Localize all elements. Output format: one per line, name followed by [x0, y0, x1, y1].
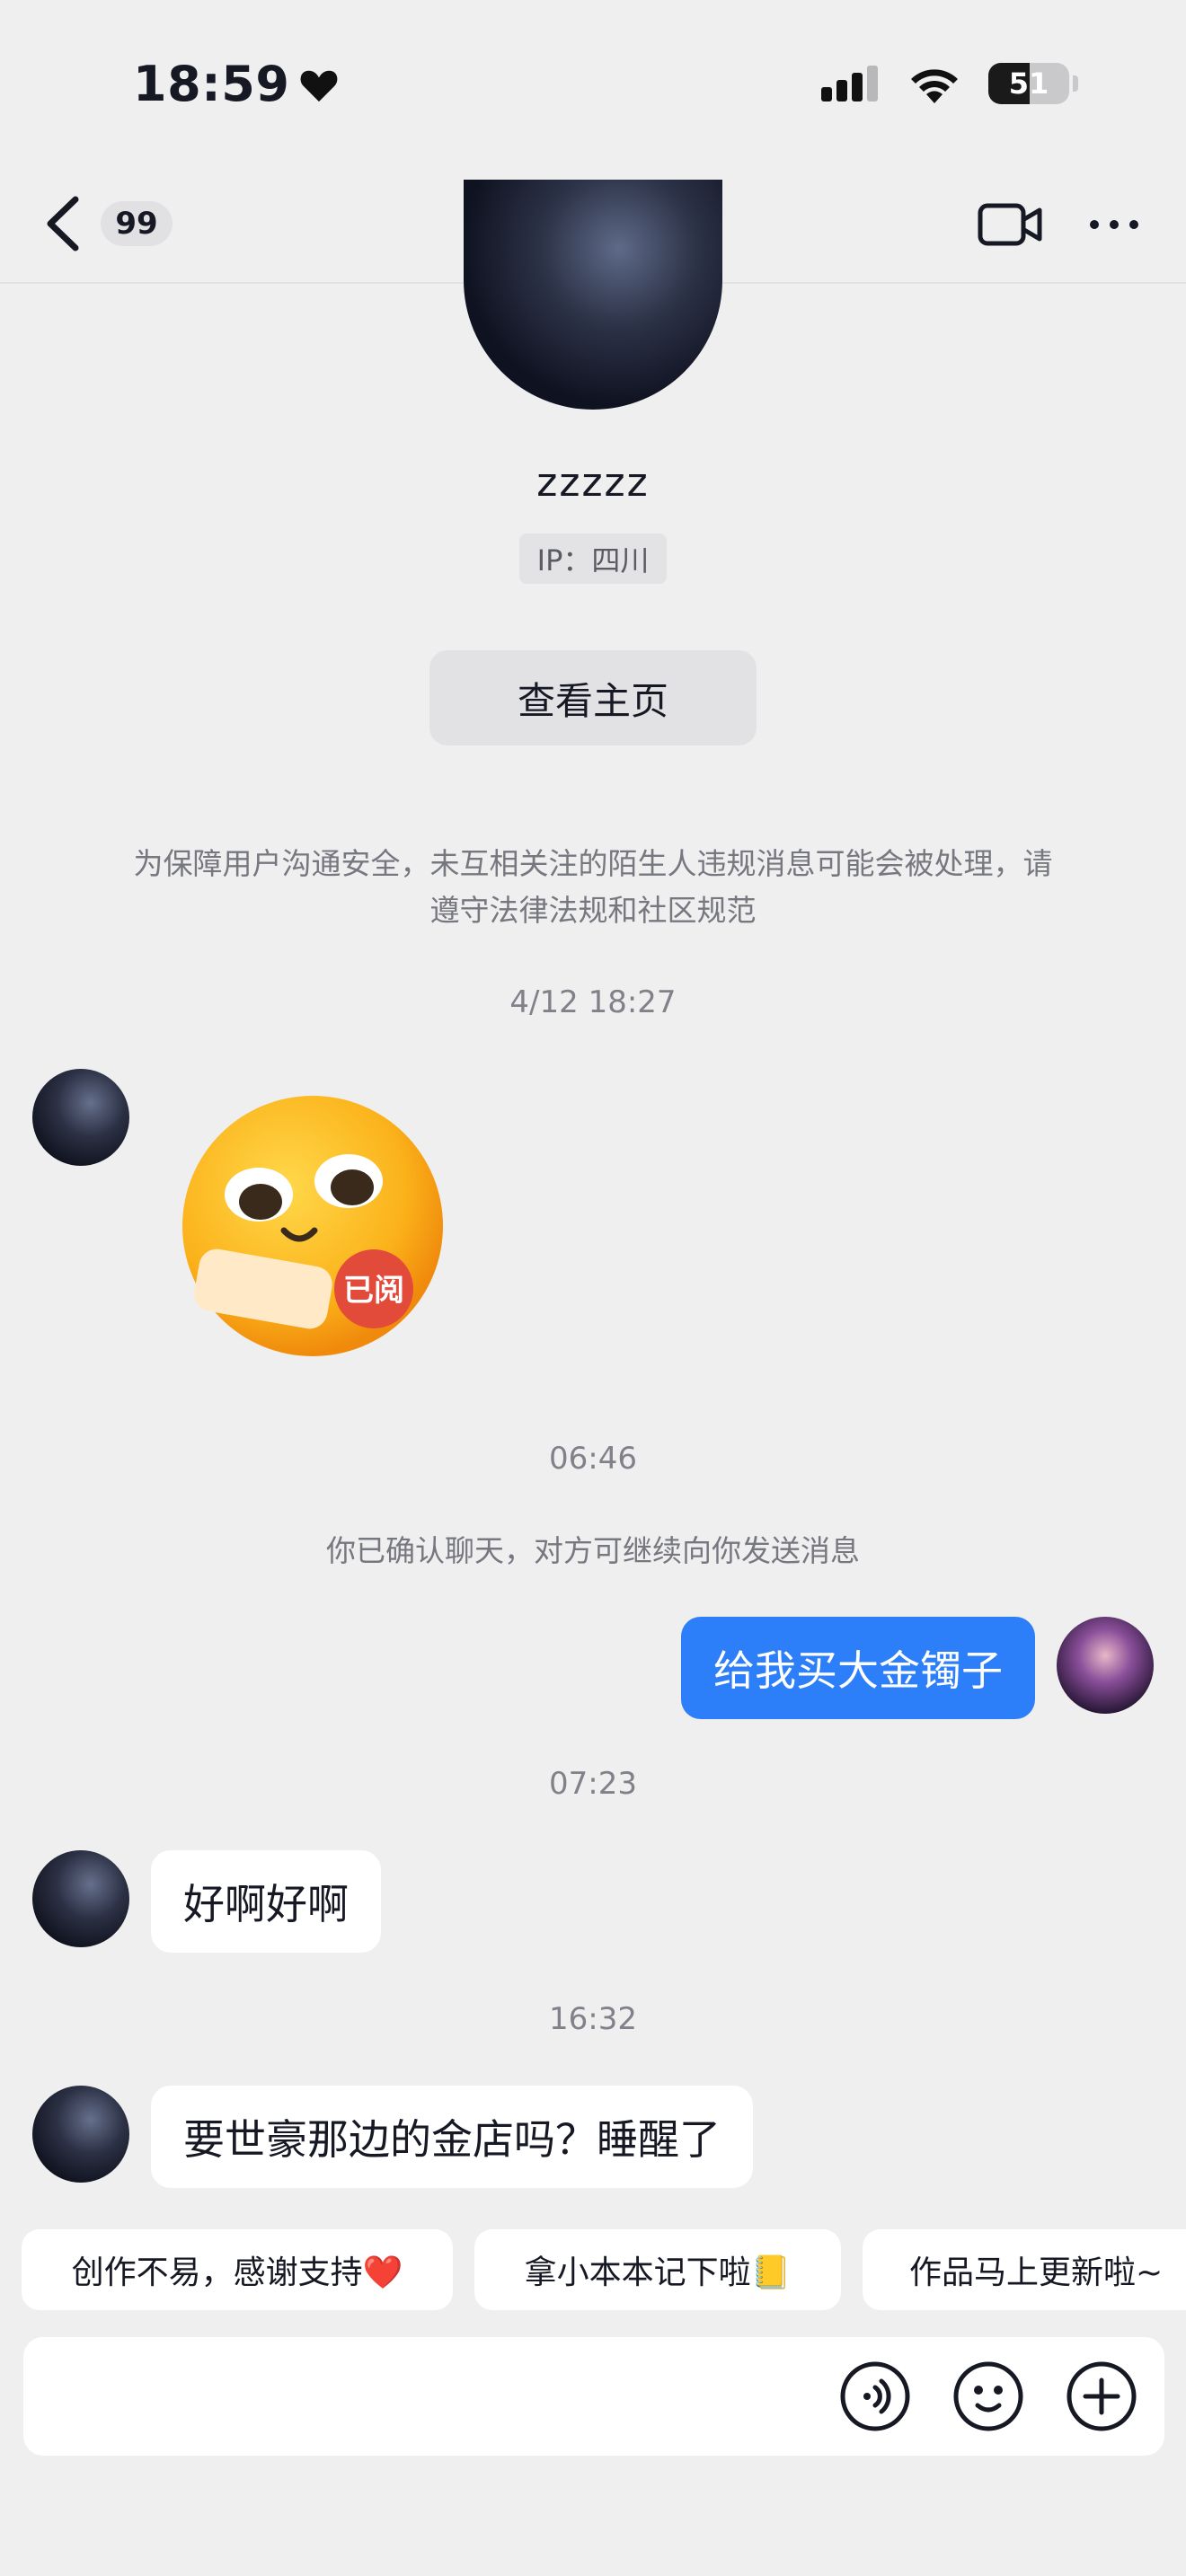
contact-message-bubble[interactable]: 好啊好啊 [151, 1850, 381, 1953]
contact-message-bubble[interactable]: 要世豪那边的金店吗？睡醒了 [151, 2086, 753, 2188]
voice-icon[interactable] [839, 2360, 911, 2432]
status-time: 18:59 [133, 56, 340, 112]
plus-icon[interactable] [1066, 2360, 1137, 2432]
status-icons: 51 [821, 63, 1078, 104]
quick-reply-chip[interactable]: 作品马上更新啦~ [863, 2229, 1186, 2310]
ip-location-tag: IP：四川 [519, 534, 667, 584]
more-icon[interactable] [1087, 216, 1141, 234]
unread-badge[interactable]: 99 [101, 201, 173, 246]
quick-reply-chip[interactable]: 创作不易，感谢支持❤️ [22, 2229, 453, 2310]
video-call-icon[interactable] [978, 201, 1042, 248]
emoji-icon[interactable] [952, 2360, 1024, 2432]
contact-avatar[interactable] [32, 1850, 129, 1947]
contact-avatar[interactable] [32, 2086, 129, 2183]
back-arrow-icon[interactable] [40, 196, 90, 251]
my-avatar[interactable] [1057, 1617, 1154, 1714]
battery-icon: 51 [988, 63, 1069, 104]
safety-notice: 为保障用户沟通安全，未互相关注的陌生人违规消息可能会被处理，请遵守法律法规和社区… [133, 846, 1053, 928]
system-message: 你已确认聊天，对方可继续向你发送消息 [326, 1533, 860, 1568]
wifi-icon [911, 69, 958, 103]
profile-avatar[interactable] [464, 180, 722, 410]
view-homepage-button[interactable]: 查看主页 [429, 650, 757, 745]
cellular-signal-icon [821, 66, 878, 101]
timestamp: 07:23 [549, 1766, 637, 1802]
timestamp: 4/12 18:27 [509, 984, 677, 1020]
timestamp: 06:46 [549, 1441, 637, 1477]
my-message-bubble[interactable]: 给我买大金镯子 [681, 1617, 1035, 1719]
svg-text:已阅: 已阅 [343, 1273, 404, 1309]
quick-reply-chip[interactable]: 拿小本本记下啦📒 [474, 2229, 841, 2310]
heart-icon [300, 70, 338, 101]
timestamp: 16:32 [549, 2001, 637, 2037]
profile-username: zzzzz [536, 460, 650, 506]
contact-avatar[interactable] [32, 1069, 129, 1166]
sticker-read-emoji[interactable]: 已阅 [178, 1096, 447, 1365]
